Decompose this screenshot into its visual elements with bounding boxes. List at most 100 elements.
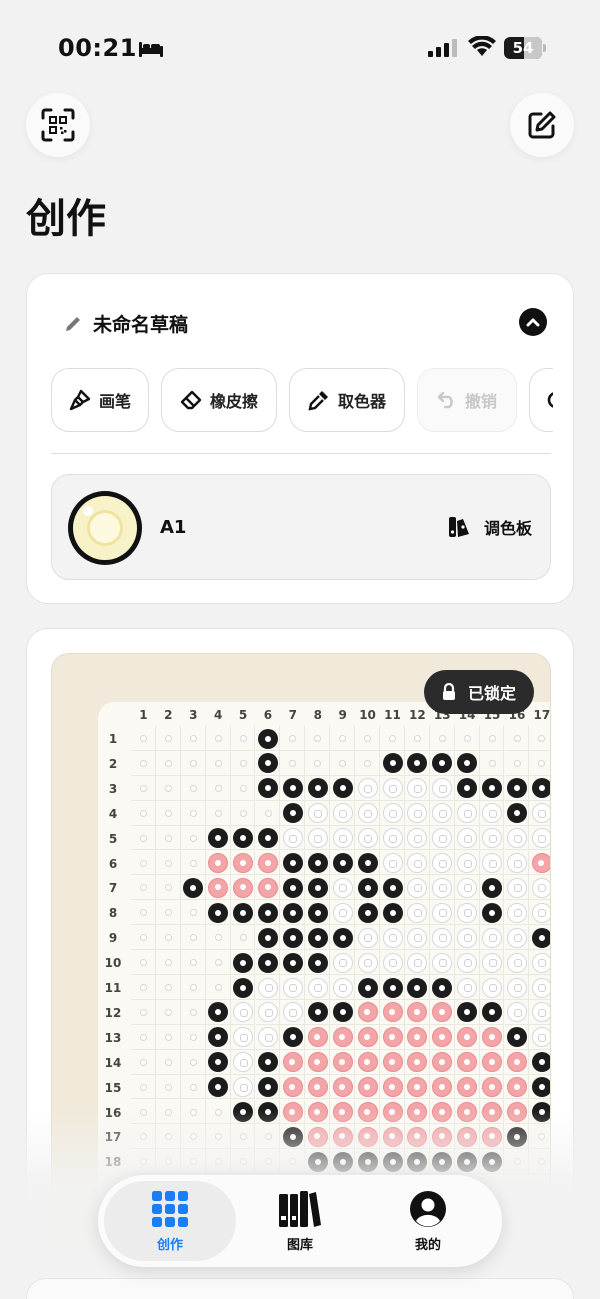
eraser-icon: [180, 390, 202, 410]
bead-white: [357, 778, 378, 799]
bead-white: [531, 1002, 550, 1023]
lock-badge[interactable]: 已锁定: [423, 670, 534, 714]
bead-white: [282, 977, 303, 998]
empty-cell-dot: [214, 759, 222, 767]
bead-white: [382, 803, 403, 824]
palette-button[interactable]: 调色板: [448, 515, 532, 539]
empty-cell-dot: [164, 784, 172, 792]
bead-white: [332, 977, 353, 998]
empty-cell-dot: [189, 1008, 197, 1016]
bead-black: [307, 877, 328, 898]
tab-library-label: 图库: [286, 1237, 313, 1253]
tab-profile-label: 我的: [414, 1237, 441, 1253]
row-number: 3: [108, 781, 118, 796]
eyedropper-tool-button[interactable]: 取色器: [289, 368, 405, 432]
qr-scan-icon: [41, 108, 75, 142]
row-number: 13: [104, 1030, 122, 1045]
tool-strip[interactable]: 画笔 橡皮擦 取色器 撤销: [51, 368, 553, 432]
empty-cell-dot: [164, 759, 172, 767]
empty-cell-dot: [140, 735, 147, 742]
sleep-mode-icon: [139, 42, 163, 57]
collapse-button[interactable]: [519, 308, 547, 336]
bead-pink: [258, 877, 278, 898]
bead-white: [507, 877, 527, 898]
eraser-tool-button[interactable]: 橡皮擦: [161, 368, 277, 432]
empty-cell-dot: [140, 1058, 147, 1066]
bead-black: [258, 952, 278, 973]
bead-white: [382, 853, 403, 873]
bead-black: [258, 828, 278, 849]
bead-pink: [332, 1077, 353, 1098]
column-number: 7: [288, 708, 298, 722]
current-color-code: A1: [160, 517, 187, 538]
bead-pink: [282, 1077, 303, 1098]
bead-pink: [282, 1052, 303, 1073]
tab-create[interactable]: 创作: [104, 1181, 236, 1261]
empty-cell-dot: [239, 934, 247, 942]
bead-white: [482, 952, 503, 973]
empty-cell-dot: [189, 1083, 197, 1091]
undo-button[interactable]: 撤销: [417, 368, 517, 432]
empty-cell-dot: [214, 809, 222, 817]
bead-black: [407, 977, 428, 998]
bead-white: [482, 853, 503, 873]
empty-cell-dot: [488, 759, 496, 767]
bead-black: [208, 902, 229, 923]
bead-black: [432, 977, 453, 998]
column-number: 17: [533, 708, 551, 722]
tab-profile[interactable]: 我的: [362, 1181, 494, 1261]
empty-cell-dot: [189, 984, 197, 991]
bead-white: [531, 952, 550, 973]
column-number: 11: [384, 708, 401, 722]
empty-cell-dot: [513, 759, 521, 767]
bead-white: [307, 977, 328, 998]
bead-white: [382, 927, 403, 948]
column-number: 3: [189, 708, 198, 722]
battery-indicator: 54: [504, 37, 542, 59]
bead-pink: [258, 853, 278, 873]
empty-cell-dot: [214, 959, 222, 967]
bead-white: [432, 927, 453, 948]
bead-white: [457, 927, 478, 948]
bead-black: [233, 902, 254, 923]
tab-library[interactable]: 图库: [234, 1181, 366, 1261]
new-draft-button[interactable]: [510, 93, 574, 157]
empty-cell-dot: [189, 959, 197, 967]
empty-cell-dot: [140, 859, 147, 867]
bead-black: [332, 927, 353, 948]
bead-black: [482, 877, 503, 898]
column-number: 2: [164, 708, 173, 722]
empty-cell-dot: [189, 735, 197, 742]
bead-white: [307, 803, 328, 824]
current-color-row[interactable]: A1 调色板: [51, 474, 551, 580]
more-tool-button[interactable]: [529, 368, 553, 432]
draft-name-row[interactable]: 未命名草稿: [63, 310, 188, 337]
column-number: 1: [139, 708, 148, 722]
bead-white: [382, 952, 403, 973]
bead-pink: [531, 853, 550, 873]
bead-black: [357, 877, 378, 898]
bead-pink: [208, 877, 229, 898]
empty-cell-dot: [164, 1033, 172, 1041]
empty-cell-dot: [189, 859, 197, 867]
bead-black: [258, 1077, 278, 1098]
current-color-swatch[interactable]: [68, 491, 142, 565]
empty-cell-dot: [463, 735, 471, 742]
bead-white: [332, 902, 353, 923]
row-number: 6: [108, 856, 118, 871]
bead-white: [457, 977, 478, 998]
bead-black: [382, 753, 403, 774]
palette-icon: [448, 517, 469, 537]
bead-black: [233, 977, 254, 998]
bead-black: [307, 952, 328, 973]
bead-black: [258, 927, 278, 948]
empty-cell-dot: [264, 809, 272, 817]
empty-cell-dot: [140, 784, 147, 792]
scan-qr-button[interactable]: [26, 93, 90, 157]
empty-cell-dot: [189, 834, 197, 842]
bead-black: [307, 778, 328, 799]
bead-white: [258, 977, 278, 998]
brush-tool-button[interactable]: 画笔: [51, 368, 149, 432]
bead-black: [258, 728, 278, 749]
empty-cell-dot: [140, 759, 147, 767]
